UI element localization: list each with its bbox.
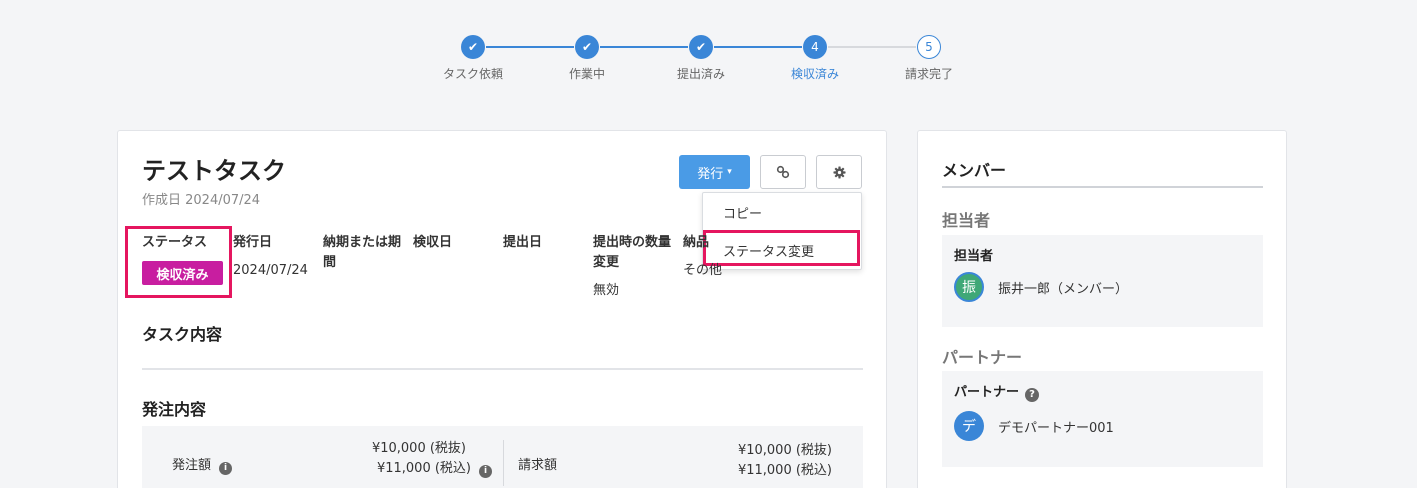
assignee-name[interactable]: 振井一郎（メンバー） xyxy=(998,278,1128,297)
highlight-status-change xyxy=(703,230,860,266)
check-icon: ✔ xyxy=(575,35,599,59)
invoice-amount-excl: ¥10,000 (税抜) xyxy=(737,443,832,458)
caret-down-icon: ▾ xyxy=(727,167,732,177)
order-amount-incl: ¥11,000 (税込) i xyxy=(342,459,492,479)
check-icon: ✔ xyxy=(689,35,713,59)
step-label: 請求完了 xyxy=(904,67,953,81)
link-icon xyxy=(776,165,790,179)
issue-date-header: 発行日 xyxy=(233,235,273,250)
menu-item-copy[interactable]: コピー xyxy=(703,195,863,229)
order-summary-box: 発注額 i ¥10,000 (税抜) ¥11,000 (税込) i 請求額 ¥10,… xyxy=(142,426,863,488)
partner-section-title: パートナー xyxy=(942,348,1023,367)
issue-dropdown-button[interactable]: 発行 ▾ xyxy=(679,155,750,189)
partner-box-title-text: パートナー xyxy=(954,385,1020,400)
info-icon[interactable]: i xyxy=(479,465,492,478)
members-card: メンバー 担当者 担当者 振 振井一郎（メンバー） パートナー パートナー? デ… xyxy=(917,130,1287,488)
submission-date-header: 提出日 xyxy=(503,235,543,250)
page-title: テストタスク xyxy=(142,157,286,185)
deadline-header: 納期または期間 xyxy=(323,235,402,270)
step-submitted: ✔ 提出済み xyxy=(651,35,751,82)
avatar: 振 xyxy=(954,272,984,302)
qty-change-value: 無効 xyxy=(593,283,620,298)
issue-button-label: 発行 xyxy=(697,166,724,182)
issue-date-value: 2024/07/24 xyxy=(233,263,308,278)
check-icon: ✔ xyxy=(461,35,485,59)
task-content-title: タスク内容 xyxy=(142,325,223,344)
help-icon[interactable]: ? xyxy=(1025,388,1040,402)
members-title: メンバー xyxy=(942,161,1007,180)
assignee-box: 担当者 振 振井一郎（メンバー） xyxy=(942,235,1263,327)
partner-box-title: パートナー? xyxy=(954,381,1040,402)
order-amount-label: 発注額 i xyxy=(172,454,233,475)
order-amount-excl: ¥10,000 (税抜) xyxy=(371,441,466,456)
step-label: 提出済み xyxy=(676,67,725,81)
step-number: 4 xyxy=(803,35,827,59)
task-detail-card: テストタスク 作成日 2024/07/24 発行 ▾ コピー ステータス変更 ス xyxy=(117,130,887,488)
gear-icon xyxy=(832,165,846,179)
step-label: 検収済み xyxy=(790,67,839,81)
step-inspected: 4 検収済み xyxy=(765,35,865,82)
step-label: タスク依頼 xyxy=(442,67,503,81)
progress-stepper: ✔ タスク依頼 ✔ 作業中 ✔ 提出済み 4 検収済み 5 請求完了 xyxy=(0,0,1417,100)
assignee-section-title: 担当者 xyxy=(942,211,991,230)
column-separator xyxy=(503,440,504,486)
info-icon[interactable]: i xyxy=(219,462,233,475)
delivery-header: 納品 xyxy=(683,235,710,250)
delivery-value: その他 xyxy=(683,263,723,278)
step-number: 5 xyxy=(917,35,941,59)
settings-button[interactable] xyxy=(816,155,862,189)
order-amount-incl-text: ¥11,000 (税込) xyxy=(376,461,471,476)
assignee-box-title: 担当者 xyxy=(954,249,994,264)
order-content-title: 発注内容 xyxy=(142,400,207,419)
highlight-status xyxy=(125,226,232,298)
order-amount-text: 発注額 xyxy=(172,458,212,473)
copy-link-button[interactable] xyxy=(760,155,806,189)
avatar: デ xyxy=(954,411,984,441)
step-task-request: ✔ タスク依頼 xyxy=(423,35,523,82)
created-date: 作成日 2024/07/24 xyxy=(142,193,261,208)
section-divider xyxy=(142,368,863,370)
invoice-amount-incl: ¥11,000 (税込) xyxy=(737,463,832,478)
inspection-date-header: 検収日 xyxy=(413,235,453,250)
step-invoiced: 5 請求完了 xyxy=(879,35,979,82)
partner-name[interactable]: デモパートナー001 xyxy=(998,417,1114,436)
members-divider xyxy=(942,186,1263,188)
invoice-amount-label: 請求額 xyxy=(518,458,558,473)
partner-box: パートナー? デ デモパートナー001 xyxy=(942,371,1263,467)
qty-change-header: 提出時の数量変更 xyxy=(593,235,672,270)
step-label: 作業中 xyxy=(568,67,605,81)
step-in-progress: ✔ 作業中 xyxy=(537,35,637,82)
